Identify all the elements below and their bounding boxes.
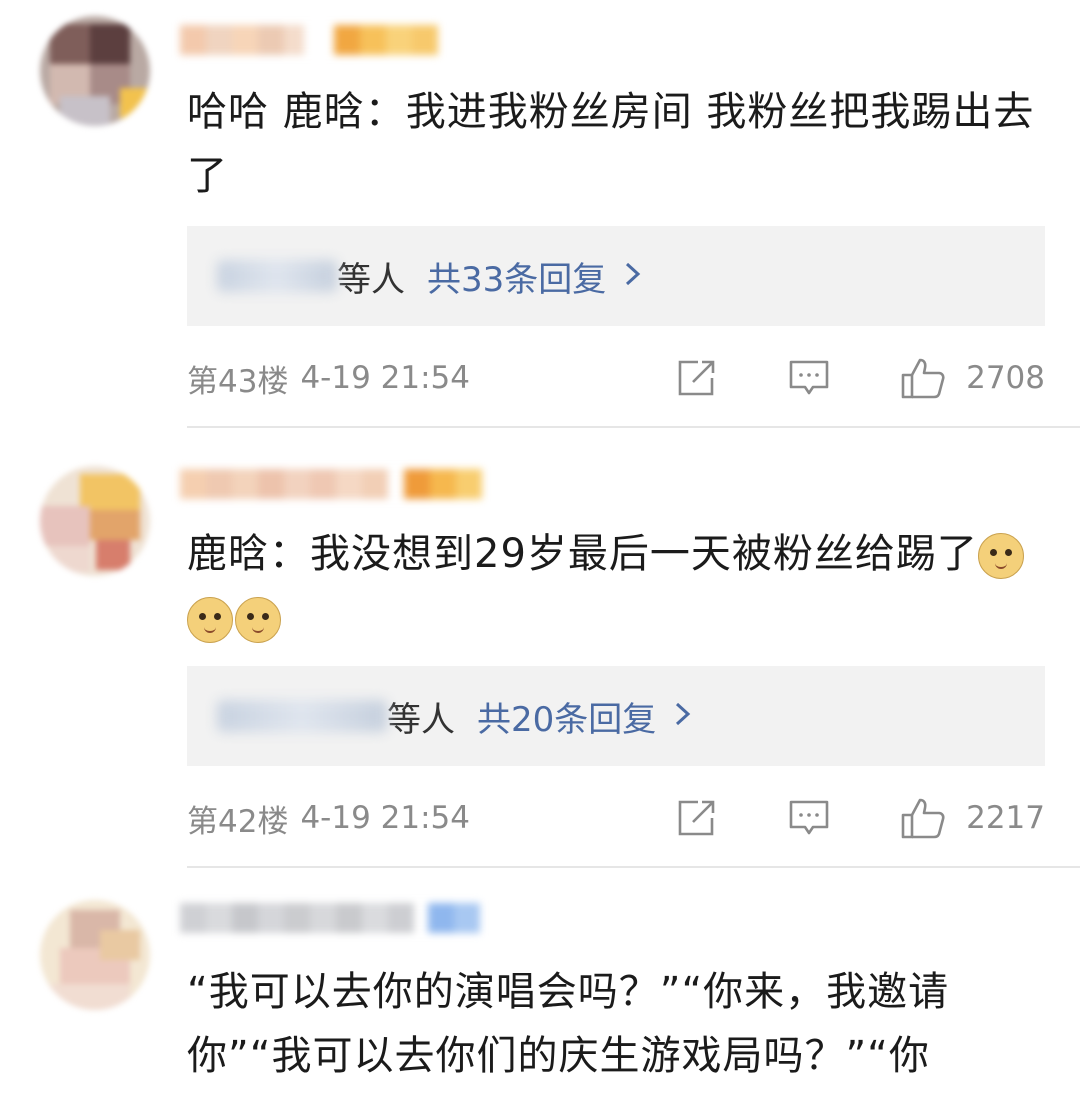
comment-text: “我可以去你的演唱会吗？”“你来，我邀请你”“我可以去你们的庆生游戏局吗？”“你: [187, 969, 950, 1079]
comment-item: 哈哈 鹿晗：我进我粉丝房间 我粉丝把我踢出去了 等人 共33条回复 第43楼 4…: [0, 0, 1080, 428]
chevron-right-icon: [624, 256, 642, 296]
comment-icon: [789, 360, 829, 395]
chevron-right-icon: [674, 696, 692, 736]
timestamp: 4-19 21:54: [300, 800, 470, 836]
username[interactable]: [180, 890, 480, 946]
doge-emoji: [235, 597, 281, 643]
like-count: 2217: [966, 800, 1045, 836]
comment-button[interactable]: [788, 798, 830, 838]
comment-feed: 哈哈 鹿晗：我进我粉丝房间 我粉丝把我踢出去了 等人 共33条回复 第43楼 4…: [0, 0, 1080, 1100]
comment-meta: 第43楼 4-19 21:54 2708: [187, 348, 1045, 408]
floor-number: 第42楼: [187, 803, 289, 840]
reply-count-link[interactable]: 共33条回复: [427, 252, 606, 301]
comment-text-body: 鹿晗：我没想到29岁最后一天被粉丝给踢了: [187, 531, 978, 577]
comment-button[interactable]: [788, 358, 830, 398]
comment-icon: [789, 800, 829, 835]
reply-who-label: 等人: [337, 259, 405, 300]
comment-item: “我可以去你的演唱会吗？”“你来，我邀请你”“我可以去你们的庆生游戏局吗？”“你: [0, 868, 1080, 1100]
reply-count-link[interactable]: 共20条回复: [477, 692, 656, 741]
like-button[interactable]: 2217: [900, 796, 1045, 840]
share-button[interactable]: [676, 798, 718, 838]
comment-item: 鹿晗：我没想到29岁最后一天被粉丝给踢了 等人 共20条回复 第42楼 4-19…: [0, 428, 1080, 868]
share-button[interactable]: [676, 358, 718, 398]
like-count: 2708: [966, 360, 1045, 396]
comment-text: 哈哈 鹿晗：我进我粉丝房间 我粉丝把我踢出去了: [187, 89, 1035, 199]
like-button[interactable]: 2708: [900, 356, 1045, 400]
reply-users: [217, 260, 337, 292]
reply-users: [217, 700, 387, 732]
timestamp: 4-19 21:54: [300, 360, 470, 396]
avatar[interactable]: [40, 900, 150, 1010]
doge-emoji: [977, 533, 1024, 579]
comment-meta: 第42楼 4-19 21:54 2217: [187, 788, 1045, 848]
share-icon: [678, 800, 715, 836]
reply-summary[interactable]: 等人 共33条回复: [187, 226, 1045, 326]
thumbs-up-icon: [901, 358, 945, 399]
username[interactable]: [180, 12, 438, 68]
floor-number: 第43楼: [187, 363, 289, 400]
avatar[interactable]: [40, 466, 150, 576]
comment-text: 鹿晗：我没想到29岁最后一天被粉丝给踢了: [187, 522, 1037, 650]
reply-who-label: 等人: [387, 699, 455, 740]
username[interactable]: [180, 456, 482, 512]
share-icon: [678, 360, 715, 396]
avatar[interactable]: [40, 16, 150, 126]
reply-summary[interactable]: 等人 共20条回复: [187, 666, 1045, 766]
thumbs-up-icon: [901, 798, 945, 839]
doge-emoji: [187, 597, 233, 643]
